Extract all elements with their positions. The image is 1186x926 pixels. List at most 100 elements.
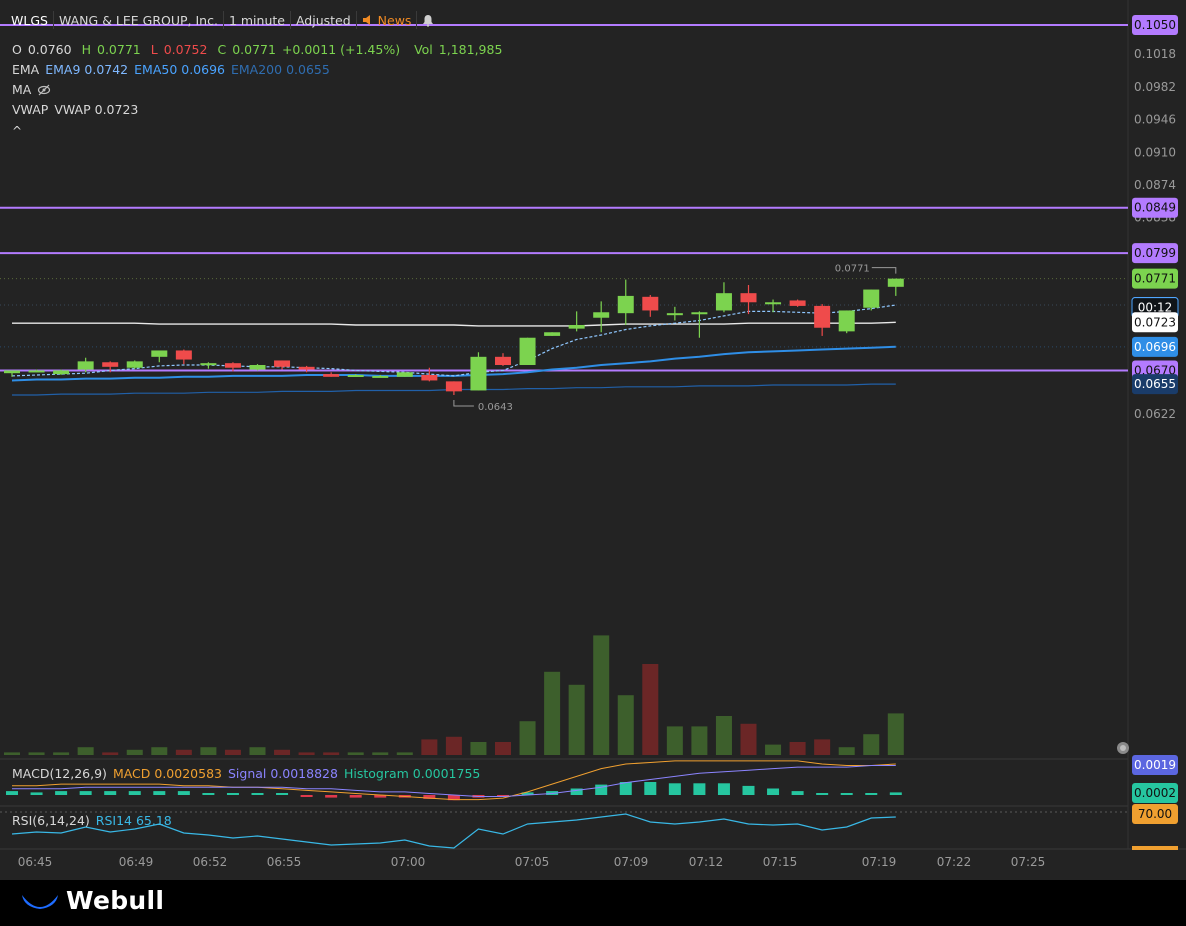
news-button[interactable]: News <box>357 11 418 29</box>
symbol-ticker[interactable]: WLGS <box>6 11 54 29</box>
candle-body <box>887 278 904 287</box>
candle-body <box>274 360 291 367</box>
collapse-row[interactable]: ^ <box>12 124 28 138</box>
webull-logo-icon <box>22 895 58 909</box>
settings-dot-inner <box>1120 745 1126 751</box>
macd-histogram-bar <box>816 793 829 795</box>
high-annotation: 0.0771 <box>835 264 870 275</box>
candle-body <box>323 374 340 377</box>
price-line-tag-text: 0.0799 <box>1134 246 1176 260</box>
price-tick-label: 0.1018 <box>1134 47 1176 61</box>
macd-histogram-bar <box>742 785 755 795</box>
volume-bar <box>470 742 487 755</box>
histogram-tag-text: 0.0002 <box>1134 786 1176 800</box>
news-label: News <box>377 12 412 28</box>
rsi-label: RSI(6,14,24) <box>12 813 90 828</box>
volume-bar <box>200 747 217 755</box>
time-tick-label: 07:09 <box>614 855 649 869</box>
ema-label: EMA <box>12 62 40 77</box>
price-tick-label: 0.0946 <box>1134 113 1176 127</box>
time-tick-label: 06:45 <box>18 855 53 869</box>
rsi14-value: RSI14 65.18 <box>95 813 172 828</box>
ema200-tag: 0.0655 <box>1132 374 1178 395</box>
macd-value: MACD 0.0020583 <box>112 766 222 781</box>
last-price-tag: 0.0771 <box>1132 268 1178 289</box>
candle-body <box>838 310 855 332</box>
macd-label: MACD(12,26,9) <box>12 766 107 781</box>
volume-bar <box>495 742 511 755</box>
candle-body <box>740 293 757 303</box>
time-tick-label: 07:05 <box>515 855 550 869</box>
candle-body <box>445 381 462 392</box>
candle-body <box>396 372 413 377</box>
time-tick-label: 07:15 <box>763 855 798 869</box>
macd-histogram-bar <box>693 783 706 795</box>
macd-histogram-bar <box>619 782 632 795</box>
vwap-tag: 0.0723 <box>1132 312 1178 333</box>
volume-bar <box>28 752 45 755</box>
volume-bar <box>715 716 732 755</box>
histogram-tag: 0.0002 <box>1132 783 1178 803</box>
price-line-tag: 0.0799 <box>1132 243 1178 264</box>
macd-histogram-bar <box>104 791 117 795</box>
symbol-header: WLGS WANG & LEE GROUP, Inc. 1 minute Adj… <box>6 8 439 32</box>
volume-bar <box>863 734 880 755</box>
volume-bar <box>765 744 782 755</box>
ema9-value: EMA9 0.0742 <box>45 62 129 77</box>
interval-selector[interactable]: 1 minute <box>224 11 291 29</box>
candle-body <box>666 313 683 316</box>
macd-histogram-bar <box>226 793 239 795</box>
candle-body <box>495 356 511 365</box>
candle-body <box>224 363 241 368</box>
candle-body <box>347 374 364 377</box>
ma-row[interactable]: MA <box>12 82 51 97</box>
candle-body <box>691 312 708 315</box>
ema50-tag: 0.0696 <box>1132 336 1178 357</box>
volume-bar <box>102 752 119 755</box>
collapse-caret[interactable]: ^ <box>12 124 22 138</box>
ema50-tag-text: 0.0696 <box>1134 340 1176 354</box>
time-tick-label: 06:55 <box>267 855 302 869</box>
price-line-tag-text: 0.0849 <box>1134 201 1176 215</box>
volume-bar <box>274 749 291 755</box>
macd-histogram-bar <box>791 791 804 795</box>
ema-row[interactable]: EMA EMA9 0.0742 EMA50 0.0696 EMA200 0.06… <box>12 62 336 77</box>
chart-canvas[interactable]: 0.10180.09820.09460.09100.08740.08380.06… <box>0 0 1186 880</box>
vwap-tag-text: 0.0723 <box>1134 315 1176 329</box>
candle-body <box>102 362 119 367</box>
macd-histogram-bar <box>128 791 141 795</box>
volume-bar <box>372 752 389 755</box>
macd-histogram-bar <box>889 792 902 795</box>
volume-bar <box>617 695 634 755</box>
adjust-selector[interactable]: Adjusted <box>291 11 357 29</box>
chart-window: 0.10180.09820.09460.09100.08740.08380.06… <box>0 0 1186 926</box>
volume-bar <box>347 752 364 755</box>
macd-histogram-bar <box>767 788 780 795</box>
volume-bar <box>593 635 610 755</box>
candle-body <box>53 370 70 375</box>
volume-bar <box>568 684 585 755</box>
vwap-row[interactable]: VWAP VWAP 0.0723 <box>12 102 144 117</box>
macd-histogram-bar <box>276 793 289 795</box>
change-value: +0.0011 (+1.45%) <box>281 42 401 57</box>
macd-histogram-bar <box>251 793 264 795</box>
macd-histogram-bar <box>55 791 68 795</box>
candle-body <box>200 363 217 366</box>
time-tick-label: 06:52 <box>193 855 228 869</box>
speaker-icon <box>362 15 370 25</box>
time-tick-label: 06:49 <box>119 855 154 869</box>
company-name: WANG & LEE GROUP, Inc. <box>54 11 224 29</box>
ohlc-row: O 0.0760 H 0.0771 L 0.0752 C 0.0771 +0.0… <box>12 42 508 57</box>
candle-body <box>151 350 168 357</box>
alert-button[interactable] <box>417 11 439 29</box>
macd-histogram-bar <box>300 795 313 797</box>
candle-body <box>249 364 266 370</box>
high-value: 0.0771 <box>97 42 141 57</box>
macd-histogram-bar <box>202 793 215 795</box>
volume-bar <box>814 739 831 755</box>
volume-bar <box>126 749 143 755</box>
volume-bar <box>421 739 438 755</box>
volume-bar <box>691 726 708 755</box>
eye-hidden-icon[interactable] <box>37 84 51 96</box>
macd-histogram-bar <box>30 792 43 795</box>
